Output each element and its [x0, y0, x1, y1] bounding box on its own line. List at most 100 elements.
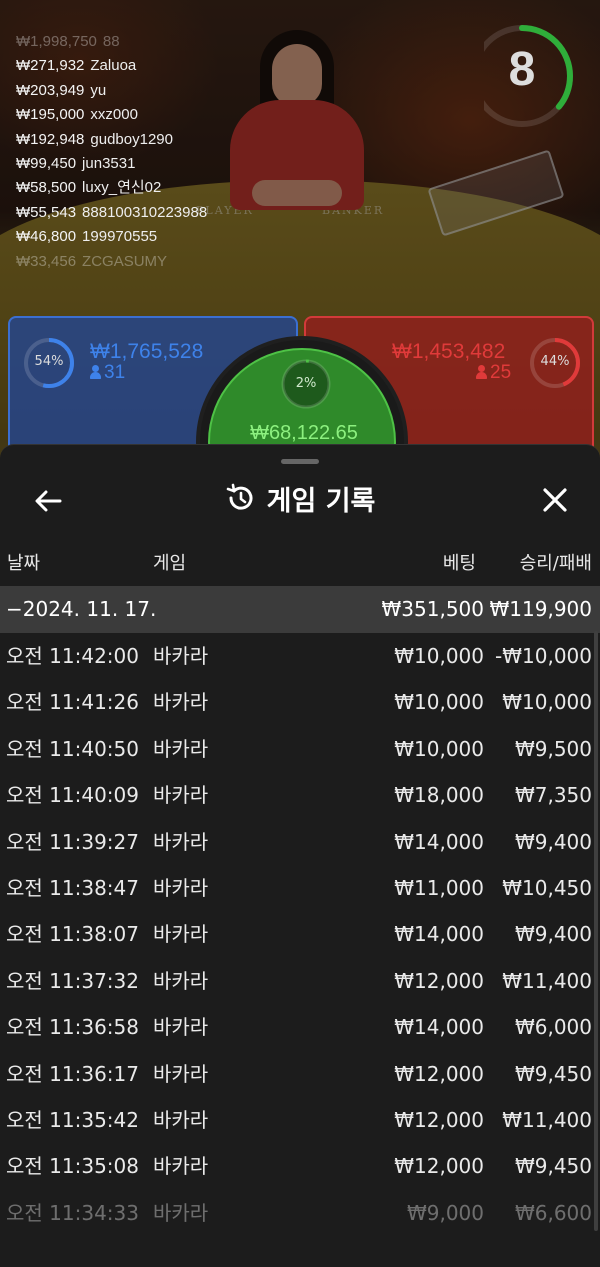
history-row[interactable]: 오전 11:35:42 바카라 ₩12,000 ₩11,400	[0, 1097, 600, 1143]
row-bet: ₩10,000	[394, 690, 484, 715]
row-time: 오전 11:38:47	[6, 875, 139, 900]
leaderboard-username: 88	[102, 33, 120, 50]
row-winloss: ₩9,450	[514, 1061, 592, 1086]
game-history-sheet: 게임 기록 날짜 게임 베팅 승리/패배 −2024. 11. 17. ₩351…	[0, 444, 600, 1267]
row-winloss: ₩6,600	[514, 1200, 592, 1225]
leaderboard-amount: ₩99,450	[16, 154, 77, 172]
row-winloss: ₩7,350	[514, 783, 592, 808]
row-bet: ₩12,000	[394, 1154, 484, 1179]
row-winloss: ₩9,400	[514, 922, 592, 947]
history-column-headers: 날짜 게임 베팅 승리/패배	[0, 549, 600, 579]
row-time: 오전 11:36:58	[6, 1015, 139, 1040]
row-winloss: ₩10,450	[502, 875, 592, 900]
column-header-bet: 베팅	[442, 553, 476, 574]
row-time: 오전 11:35:42	[6, 1107, 139, 1132]
row-time: 오전 11:35:08	[6, 1154, 139, 1179]
row-game: 바카라	[153, 1015, 209, 1040]
row-time: 오전 11:42:00	[6, 644, 139, 668]
leaderboard-amount: ₩55,543	[16, 203, 77, 221]
leaderboard-username: yu	[90, 81, 107, 99]
row-game: 바카라	[153, 783, 209, 808]
leaderboard-entry: ₩58,500 luxy_연신02	[16, 176, 266, 200]
row-time: 오전 11:37:32	[6, 968, 139, 993]
row-bet: ₩10,000	[394, 644, 484, 668]
row-time: 오전 11:40:09	[6, 783, 139, 808]
row-bet: ₩18,000	[394, 783, 484, 808]
row-winloss: ₩9,450	[514, 1154, 592, 1179]
row-game: 바카라	[153, 1200, 209, 1225]
date-group-winloss-total: ₩119,900	[489, 597, 592, 621]
row-time: 오전 11:38:07	[6, 922, 139, 947]
leaderboard-amount: ₩58,500	[16, 179, 77, 197]
history-row[interactable]: 오전 11:37:32 바카라 ₩12,000 ₩11,400	[0, 958, 600, 1004]
row-game: 바카라	[153, 968, 209, 993]
player-bettor-value: 31	[104, 362, 126, 383]
page-title: 게임 기록	[266, 485, 376, 517]
row-game: 바카라	[153, 736, 209, 761]
sheet-drag-handle[interactable]	[281, 459, 319, 464]
row-game: 바카라	[153, 1107, 209, 1132]
leaderboard-username: jun3531	[82, 154, 136, 172]
row-bet: ₩9,000	[406, 1200, 484, 1225]
leaderboard-entry: ₩33,456 ZCGASUMY	[16, 250, 266, 274]
history-icon	[226, 483, 253, 510]
leaderboard-entry: ₩192,948 gudboy1290	[16, 128, 266, 152]
live-game-view: PLAYER BANKER ₩1,998,750 88 ₩271,932 Zaluoa…	[0, 0, 600, 470]
leaderboard-amount: ₩1,998,750	[16, 33, 97, 50]
history-row[interactable]: 오전 11:38:07 바카라 ₩14,000 ₩9,400	[0, 911, 600, 957]
leaderboard-amount: ₩271,932	[16, 57, 85, 75]
row-game: 바카라	[153, 875, 209, 900]
leaderboard-amount: ₩203,949	[16, 81, 85, 99]
tie-percent: 2%	[295, 376, 317, 391]
row-bet: ₩14,000	[394, 829, 484, 854]
column-header-date: 날짜	[7, 553, 41, 574]
history-row[interactable]: 오전 11:40:50 바카라 ₩10,000 ₩9,500	[0, 726, 600, 772]
leaderboard-amount: ₩46,800	[16, 228, 77, 246]
leaderboard-entry: ₩271,932 Zaluoa	[16, 54, 266, 78]
date-group-row[interactable]: −2024. 11. 17. ₩351,500 ₩119,900	[0, 586, 600, 633]
row-time: 오전 11:41:26	[6, 690, 139, 715]
history-row[interactable]: 오전 11:36:17 바카라 ₩12,000 ₩9,450	[0, 1051, 600, 1097]
history-row[interactable]: 오전 11:42:00 바카라 ₩10,000 -₩10,000	[0, 633, 600, 679]
history-row[interactable]: 오전 11:34:33 바카라 ₩9,000 ₩6,600	[0, 1190, 600, 1236]
date-group-label: −2024. 11. 17.	[6, 597, 157, 621]
row-winloss: -₩10,000	[495, 644, 592, 668]
history-table: −2024. 11. 17. ₩351,500 ₩119,900 오전 11:4…	[0, 586, 600, 1236]
column-header-winloss: 승리/패배	[519, 553, 592, 574]
close-icon	[543, 488, 567, 512]
row-bet: ₩10,000	[394, 736, 484, 761]
leaderboard-amount: ₩195,000	[16, 106, 85, 124]
leaderboard-entry: ₩46,800 199970555	[16, 225, 266, 249]
row-winloss: ₩10,000	[502, 690, 592, 715]
close-button[interactable]	[532, 477, 578, 523]
player-percent: 54%	[34, 354, 64, 369]
leaderboard-entry: ₩99,450 jun3531	[16, 152, 266, 176]
row-time: 오전 11:40:50	[6, 736, 139, 761]
history-row[interactable]: 오전 11:41:26 바카라 ₩10,000 ₩10,000	[0, 679, 600, 725]
row-game: 바카라	[153, 1154, 209, 1179]
leaderboard-username: 199970555	[82, 228, 158, 246]
history-row[interactable]: 오전 11:39:27 바카라 ₩14,000 ₩9,400	[0, 819, 600, 865]
history-row[interactable]: 오전 11:38:47 바카라 ₩11,000 ₩10,450	[0, 865, 600, 911]
timer-value: 8	[508, 43, 536, 96]
history-row[interactable]: 오전 11:40:09 바카라 ₩18,000 ₩7,350	[0, 772, 600, 818]
row-game: 바카라	[153, 644, 209, 668]
banker-bettor-count: 25	[476, 362, 511, 384]
row-game: 바카라	[153, 829, 209, 854]
tie-pool-amount: ₩68,122.65	[250, 422, 358, 444]
leaderboard-entry: ₩1,998,750 88	[16, 30, 266, 54]
scrollbar[interactable]	[594, 631, 598, 1231]
row-time: 오전 11:39:27	[6, 829, 139, 854]
banker-pool-amount: ₩1,453,482	[392, 340, 506, 363]
leaderboard-username: Zaluoa	[90, 57, 137, 75]
countdown-timer: 8	[471, 24, 578, 128]
person-icon	[476, 365, 487, 379]
date-group-bet-total: ₩351,500	[381, 597, 484, 621]
leaderboard-amount: ₩192,948	[16, 130, 85, 148]
row-winloss: ₩6,000	[514, 1015, 592, 1040]
column-header-game: 게임	[153, 553, 187, 574]
history-row[interactable]: 오전 11:35:08 바카라 ₩12,000 ₩9,450	[0, 1143, 600, 1189]
leaderboard-username: xxz000	[90, 106, 138, 124]
banker-percent: 44%	[540, 354, 570, 369]
history-row[interactable]: 오전 11:36:58 바카라 ₩14,000 ₩6,000	[0, 1004, 600, 1050]
